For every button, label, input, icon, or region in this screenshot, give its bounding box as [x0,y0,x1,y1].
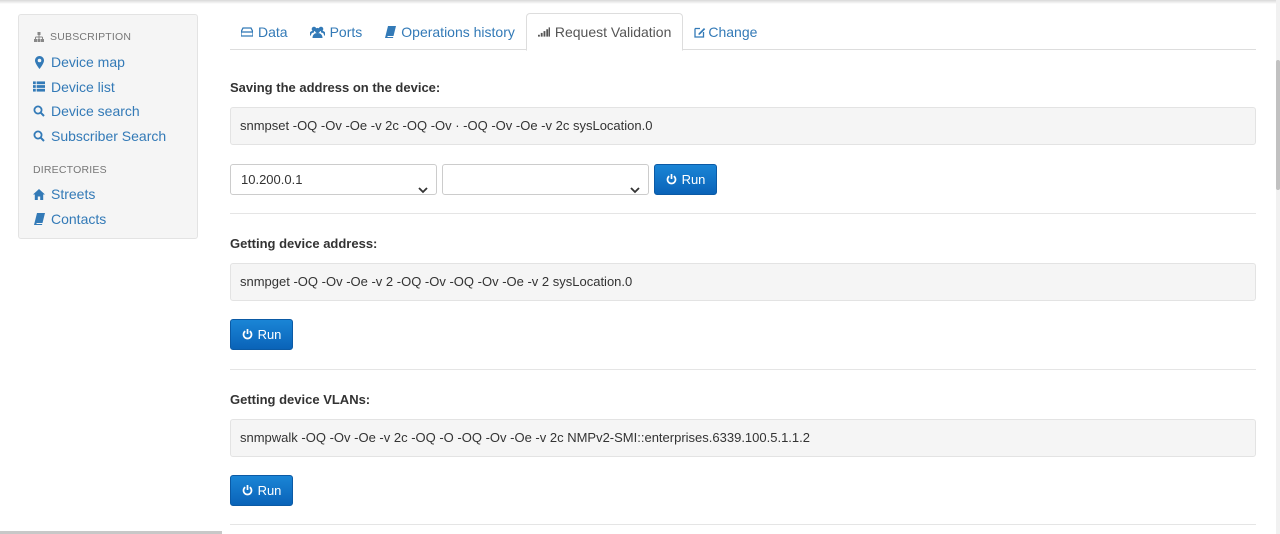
tab-request-validation[interactable]: Request Validation [525,13,684,51]
sidebar-header-subscription: SUBSCRIPTION [33,29,183,45]
tab-bar: Data Ports Operations history Request Va… [230,13,1256,51]
power-icon [242,328,254,342]
command-box-snmpset: snmpset -OQ -Ov -Oe -v 2c -OQ -Ov · -OQ … [230,107,1256,145]
sidebar-item-streets[interactable]: Streets [33,182,183,207]
section-divider [230,524,1256,525]
sidebar-item-contacts[interactable]: Contacts [33,207,183,232]
power-icon [242,484,254,498]
book-icon [33,212,45,226]
section-title-getting-vlans: Getting device VLANs: [230,392,371,407]
sidebar-item-device-list[interactable]: Device list [33,75,183,100]
section-title-getting-address: Getting device address: [230,236,378,251]
command-box-snmpget: snmpget -OQ -Ov -Oe -v 2 -OQ -Ov -OQ -Ov… [230,263,1256,301]
run-button-snmpget[interactable]: Run [230,319,293,350]
book-icon [384,25,396,39]
sidebar-header-directories: DIRECTORIES [33,164,107,177]
signal-icon [537,25,550,39]
map-marker-icon [33,55,45,69]
value-select[interactable] [442,164,649,195]
ip-address-select[interactable]: 10.200.0.1 [230,164,437,195]
sidebar: SUBSCRIPTION Device map Device list Devi… [18,14,198,239]
sidebar-item-subscriber-search[interactable]: Subscriber Search [33,124,183,149]
sidebar-item-device-map[interactable]: Device map [33,50,183,75]
run-button-snmpwalk[interactable]: Run [230,475,293,506]
edit-icon [694,25,706,39]
chevron-down-icon [418,175,428,204]
section-divider [230,213,1256,214]
vertical-scrollbar[interactable] [1276,0,1280,534]
run-button-snmpset[interactable]: Run [654,164,717,195]
users-icon [309,25,325,39]
hdd-icon [241,25,253,39]
search-icon [33,129,45,143]
home-icon [33,188,45,202]
tab-ports[interactable]: Ports [299,13,374,50]
list-icon [33,80,45,94]
tab-change[interactable]: Change [683,13,768,50]
sidebar-item-device-search[interactable]: Device search [33,99,183,124]
section-divider [230,369,1256,370]
command-box-snmpwalk: snmpwalk -OQ -Ov -Oe -v 2c -OQ -O -OQ -O… [230,419,1256,457]
sitemap-icon [33,30,45,44]
section-title-saving-address: Saving the address on the device: [230,80,441,95]
top-shadow [0,0,1280,4]
tab-data[interactable]: Data [230,13,299,50]
chevron-down-icon [630,175,640,204]
search-icon [33,104,45,118]
power-icon [666,173,678,187]
tab-operations-history[interactable]: Operations history [373,13,526,50]
scrollbar-thumb[interactable] [1276,60,1280,190]
